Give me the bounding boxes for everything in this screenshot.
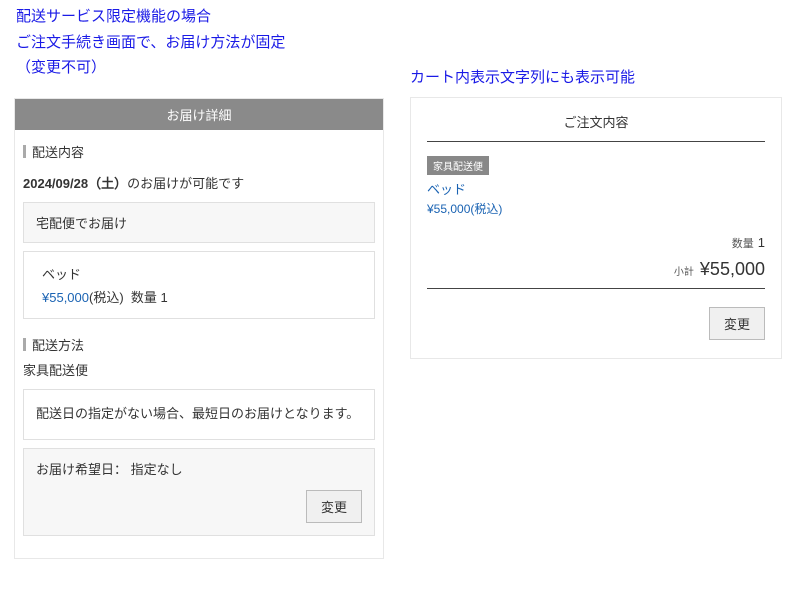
delivery-date-suffix: のお届けが可能です: [127, 176, 244, 191]
annotation-line: 配送サービス限定機能の場合: [16, 4, 285, 30]
preferred-date-value: 指定なし: [131, 462, 183, 477]
qty-value: 1: [758, 235, 765, 250]
bar-icon: [23, 145, 26, 158]
shipping-method-box: 宅配便でお届け: [23, 202, 375, 243]
section-delivery-content: 配送内容: [15, 130, 383, 167]
shipping-badge: 家具配送便: [427, 156, 489, 175]
section-label: 配送方法: [32, 338, 84, 353]
product-link[interactable]: ベッド: [427, 179, 765, 198]
delivery-details-panel: お届け詳細 配送内容 2024/09/28（土）のお届けが可能です 宅配便でお届…: [14, 98, 384, 559]
qty-label: 数量: [732, 238, 754, 250]
section-delivery-method: 配送方法: [15, 319, 383, 360]
button-row: 変更: [427, 307, 765, 340]
quantity-line: 数量 1: [427, 235, 765, 251]
preferred-date-label: お届け希望日：: [36, 462, 127, 477]
change-button[interactable]: 変更: [709, 307, 765, 340]
order-summary-panel: ご注文内容 家具配送便 ベッド ¥55,000(税込) 数量 1 小計 ¥55,00…: [410, 97, 782, 359]
delivery-date-text: 2024/09/28（土）のお届けが可能です: [15, 167, 383, 202]
product-price-line: ¥55,000(税込) 数量 1: [42, 287, 356, 306]
product-name: ベッド: [42, 264, 356, 283]
annotation-left: 配送サービス限定機能の場合 ご注文手続き画面で、お届け方法が固定 （変更不可）: [16, 4, 285, 81]
product-block: ベッド ¥55,000(税込) 数量 1: [23, 251, 375, 319]
bar-icon: [23, 338, 26, 351]
panel-header: お届け詳細: [15, 99, 383, 130]
delivery-date-bold: 2024/09/28（土）: [23, 176, 127, 191]
annotation-line: （変更不可）: [16, 55, 285, 81]
annotation-line: ご注文手続き画面で、お届け方法が固定: [16, 30, 285, 56]
subtotal-line: 小計 ¥55,000: [427, 259, 765, 289]
product-price: ¥55,000: [42, 290, 89, 305]
annotation-right: カート内表示文字列にも表示可能: [410, 66, 635, 87]
preferred-date-box: お届け希望日： 指定なし 変更: [23, 448, 375, 536]
product-qty-value: 1: [161, 290, 168, 305]
button-row: 変更: [36, 490, 362, 523]
change-button[interactable]: 変更: [306, 490, 362, 523]
product-price-suffix: (税込): [89, 290, 124, 305]
method-name: 家具配送便: [15, 360, 383, 389]
section-label: 配送内容: [32, 145, 84, 160]
product-qty-label: 数量: [131, 290, 157, 305]
panel-title: ご注文内容: [427, 108, 765, 142]
delivery-notice: 配送日の指定がない場合、最短日のお届けとなります。: [23, 389, 375, 440]
subtotal-label: 小計: [674, 267, 694, 278]
subtotal-amount: ¥55,000: [700, 259, 765, 279]
product-price: ¥55,000(税込): [427, 200, 765, 217]
